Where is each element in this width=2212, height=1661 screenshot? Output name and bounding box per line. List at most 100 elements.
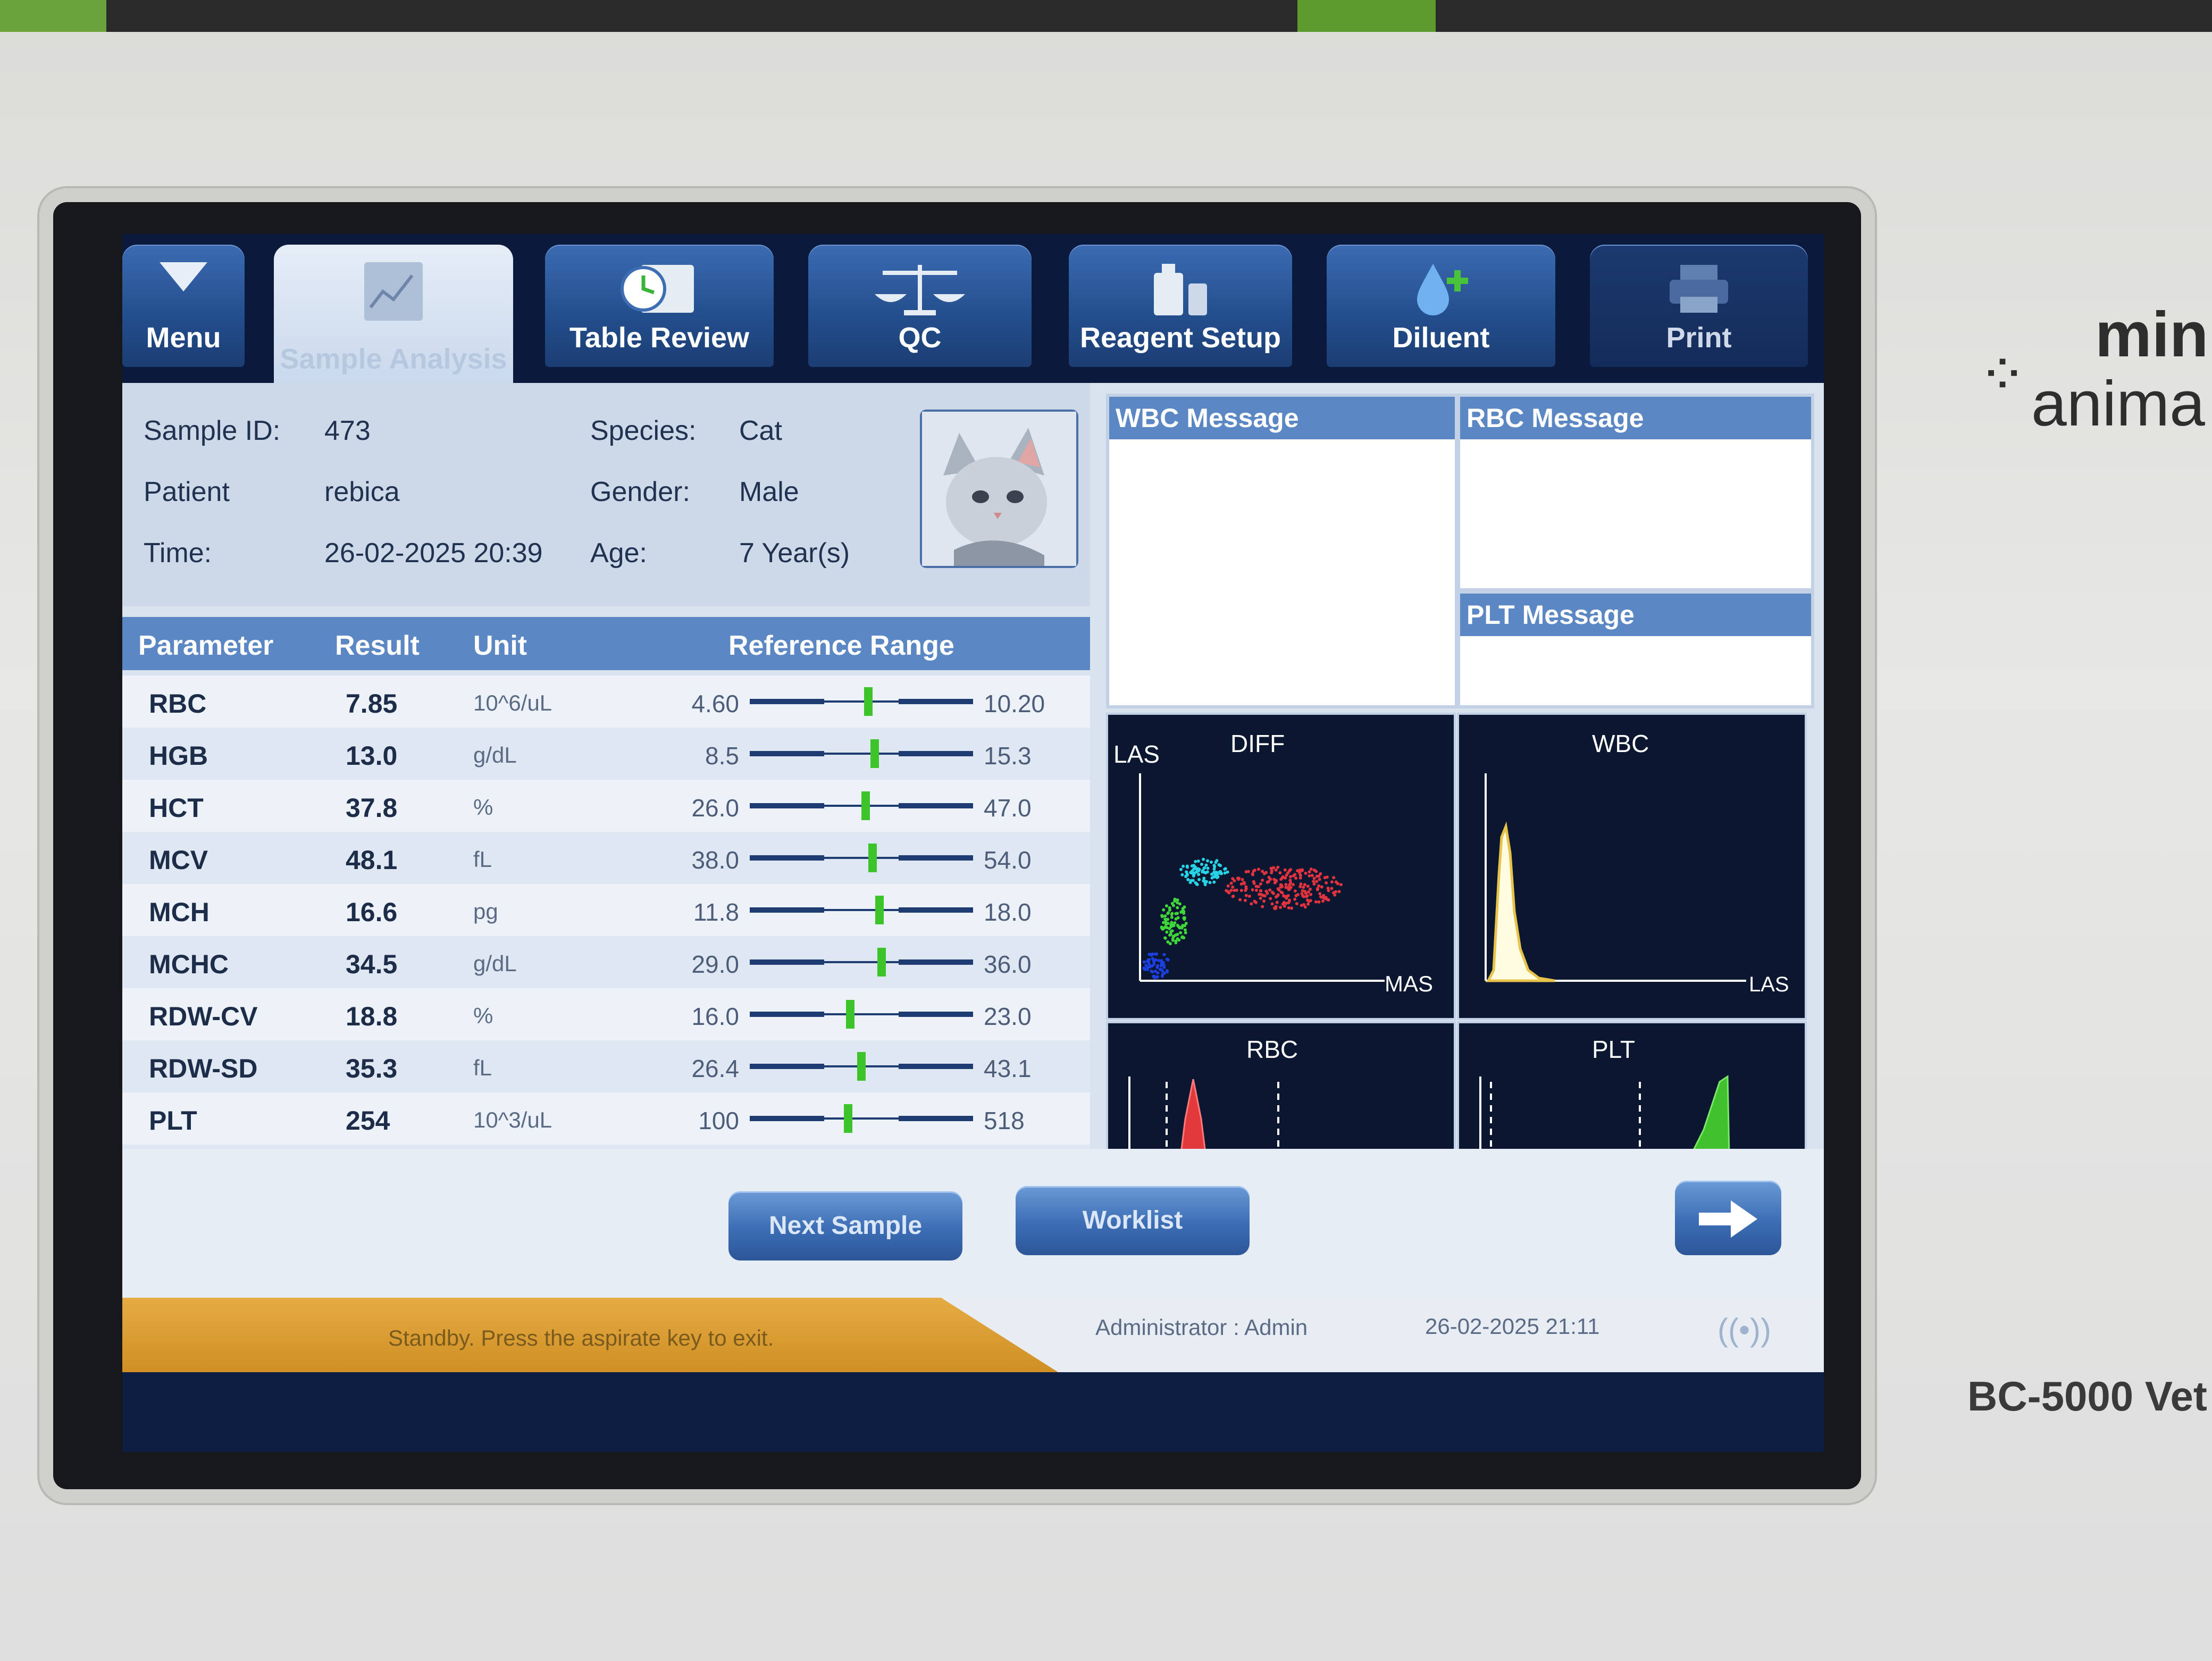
scatter-point (1318, 878, 1321, 881)
reference-range-bar (750, 1104, 973, 1133)
scatter-point (1304, 871, 1308, 875)
scatter-point (1305, 894, 1309, 898)
worklist-button[interactable]: Worklist (1016, 1186, 1250, 1255)
diff-scatter-points (1142, 857, 1343, 980)
gender-label: Gender: (590, 477, 690, 507)
scatter-point (1310, 874, 1314, 878)
result-marker (868, 844, 877, 872)
tab-table-review[interactable]: Table Review (545, 245, 774, 367)
tab-reagent-setup[interactable]: Reagent Setup (1069, 245, 1292, 367)
wbc-curve (1486, 821, 1555, 982)
species-label: Species: (590, 415, 697, 446)
scatter-point (1315, 880, 1319, 883)
forward-button[interactable] (1675, 1181, 1781, 1255)
result-marker (870, 739, 879, 768)
tab-sample-analysis[interactable]: Sample Analysis (274, 245, 513, 388)
result-row-plt: PLT 254 10^3/uL 100 518 (122, 1092, 1090, 1145)
scatter-point (1162, 963, 1166, 967)
scatter-point (1191, 869, 1194, 873)
scatter-point (1174, 939, 1178, 943)
scatter-point (1337, 890, 1341, 894)
result-marker (864, 687, 873, 716)
next-sample-button[interactable]: Next Sample (728, 1191, 962, 1261)
scatter-point (1169, 923, 1173, 927)
patient-label: Patient (144, 477, 230, 507)
scatter-point (1156, 971, 1160, 975)
gender-value: Male (739, 477, 799, 507)
scatter-point (1256, 867, 1260, 871)
result-value: 48.1 (346, 845, 398, 875)
result-row-hct: HCT 37.8% 26.0 47.0 (122, 780, 1090, 832)
rbc-plot-title: RBC (1246, 1036, 1298, 1063)
scatter-point (1308, 874, 1311, 878)
scatter-point (1309, 892, 1313, 896)
scatter-point (1321, 899, 1325, 903)
system-clock: 26-02-2025 21:11 (1425, 1314, 1600, 1339)
scatter-point (1212, 871, 1216, 874)
scatter-point (1306, 902, 1310, 906)
scatter-point (1166, 970, 1169, 974)
scatter-point (1168, 927, 1171, 930)
scatter-point (1212, 867, 1216, 871)
plt-message-title: PLT Message (1460, 594, 1811, 636)
tab-print[interactable]: Print (1590, 245, 1808, 367)
scatter-point (1279, 883, 1283, 887)
result-value: 254 (346, 1106, 390, 1136)
scatter-point (1179, 931, 1183, 934)
result-row-hgb: HGB 13.0 g/dL 8.5 15.3 (122, 728, 1090, 780)
drop-plus-icon (1417, 264, 1468, 315)
scatter-point (1169, 932, 1172, 936)
unit-label: 10^3/uL (473, 1107, 552, 1132)
scatter-point (1319, 872, 1322, 875)
scatter-point (1152, 962, 1156, 966)
scatter-point (1185, 865, 1189, 869)
scatter-point (1168, 908, 1171, 912)
scatter-point (1327, 898, 1330, 902)
scatter-point (1212, 880, 1216, 884)
scatter-point (1309, 867, 1313, 871)
tab-label: Diluent (1392, 322, 1490, 354)
scatter-point (1294, 877, 1298, 880)
logged-in-user: Administrator : Admin (1095, 1315, 1308, 1340)
scatter-point (1156, 964, 1160, 967)
scatter-point (1212, 864, 1216, 867)
scatter-point (1170, 915, 1174, 919)
age-value: 7 Year(s) (739, 538, 850, 569)
unit-label: fL (473, 1055, 492, 1080)
scatter-point (1325, 881, 1328, 884)
scatter-point (1285, 896, 1288, 900)
scatter-point (1293, 889, 1297, 893)
range-low: 26.0 (691, 794, 739, 822)
results-table-header: Parameter Result Unit Reference Range (122, 617, 1090, 670)
reference-range-bar (750, 739, 973, 768)
scatter-point (1225, 889, 1228, 892)
unit-label: 10^6/uL (473, 690, 552, 715)
scatter-point (1196, 859, 1200, 863)
parameter-name: PLT (149, 1106, 197, 1136)
tab-qc[interactable]: QC (808, 245, 1032, 367)
result-marker (875, 896, 884, 924)
scatter-point (1183, 928, 1187, 932)
scatter-point (1180, 873, 1184, 877)
scatter-point (1173, 897, 1177, 901)
scatter-point (1274, 895, 1278, 899)
scatter-point (1184, 931, 1187, 934)
patient-value: rebica (324, 477, 400, 507)
brand-logo: ⁘ min anima (1978, 299, 2209, 439)
unit-label: g/dL (473, 951, 517, 976)
scatter-point (1163, 914, 1167, 918)
scatter-point (1202, 857, 1205, 861)
scatter-point (1192, 874, 1195, 878)
scatter-point (1330, 887, 1334, 890)
range-high: 43.1 (984, 1055, 1032, 1082)
range-low: 26.4 (691, 1055, 739, 1082)
scatter-point (1261, 878, 1264, 882)
action-area: Next Sample Worklist (122, 1149, 1824, 1298)
range-high: 54.0 (984, 846, 1032, 874)
scatter-point (1324, 896, 1328, 899)
range-high: 18.0 (984, 898, 1032, 926)
tab-menu[interactable]: Menu (122, 245, 245, 367)
scatter-point (1227, 891, 1231, 895)
tab-diluent[interactable]: Diluent (1327, 245, 1555, 367)
scatter-point (1231, 895, 1235, 898)
